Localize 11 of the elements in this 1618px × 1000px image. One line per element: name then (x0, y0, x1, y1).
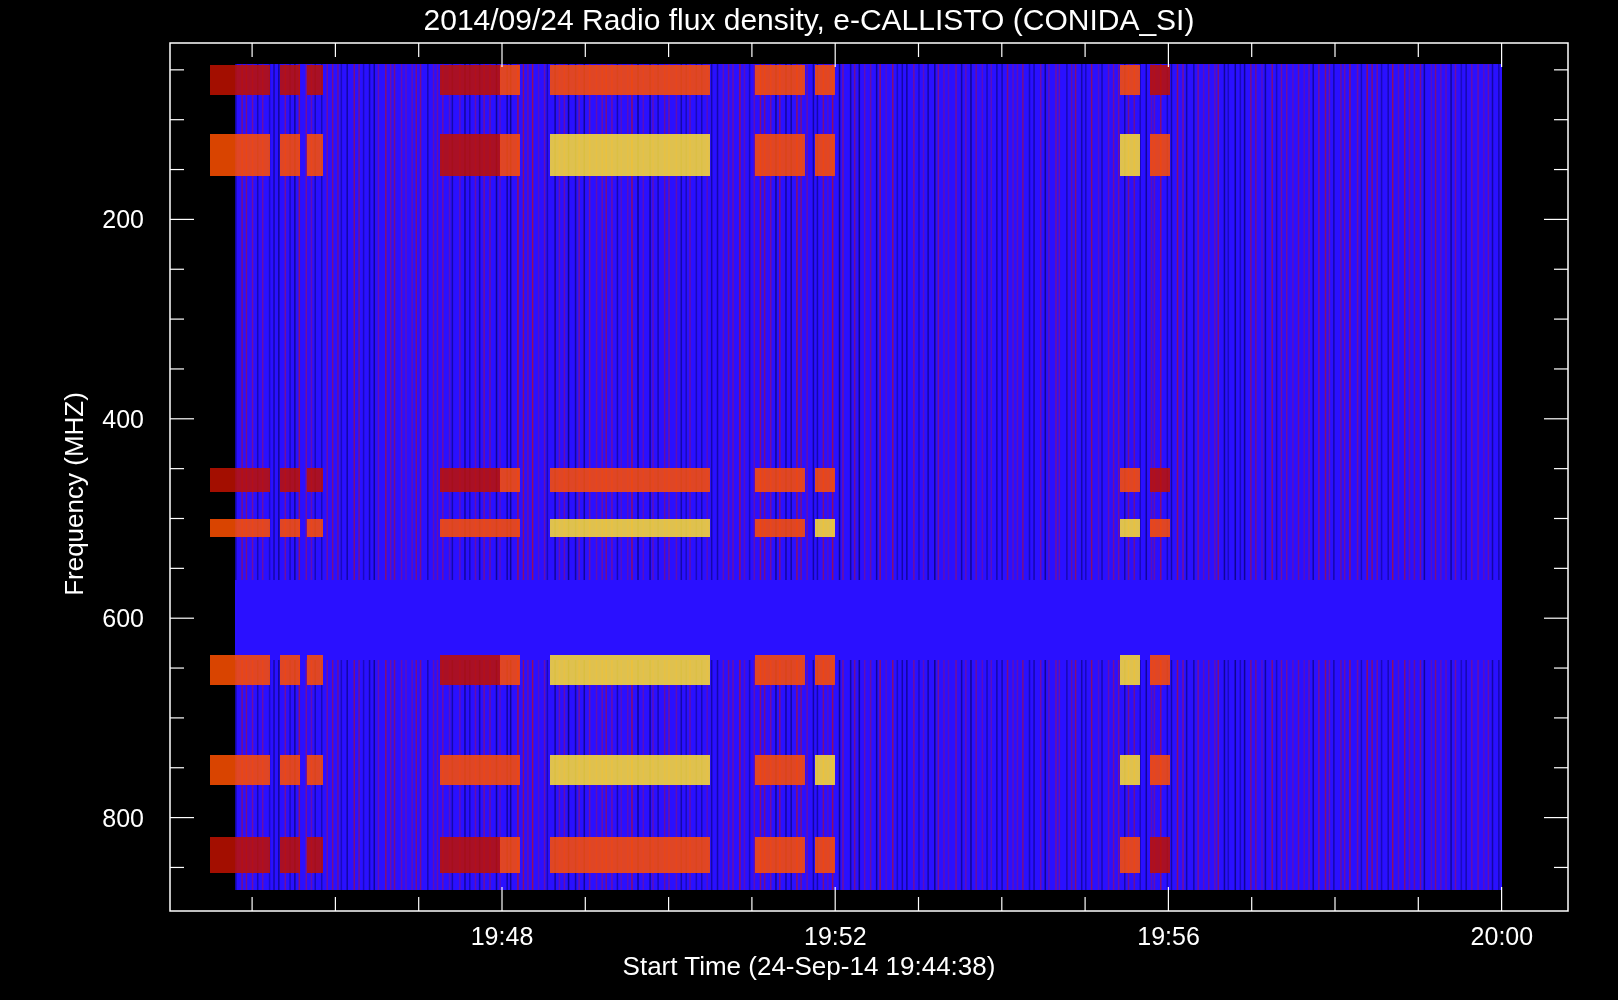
axis-tick-label: 200 (102, 205, 144, 234)
axis-tick-label: 800 (102, 803, 144, 832)
axis-tick-label: 400 (102, 404, 144, 433)
axis-tick-label: 20:00 (1470, 922, 1534, 950)
axis-title: Start Time (24-Sep-14 19:44:38) (622, 951, 996, 981)
axis-tick-label: 19:52 (804, 922, 867, 950)
axis-tick-label: 600 (102, 604, 144, 633)
axis-tick-label: 19:56 (1137, 922, 1200, 950)
axis-tick-label: 19:48 (470, 922, 534, 950)
axis-title: Frequency (MHZ) (59, 392, 89, 596)
plot-title: 2014/09/24 Radio flux density, e-CALLISTO (CONIDA_SI) (423, 3, 1195, 36)
